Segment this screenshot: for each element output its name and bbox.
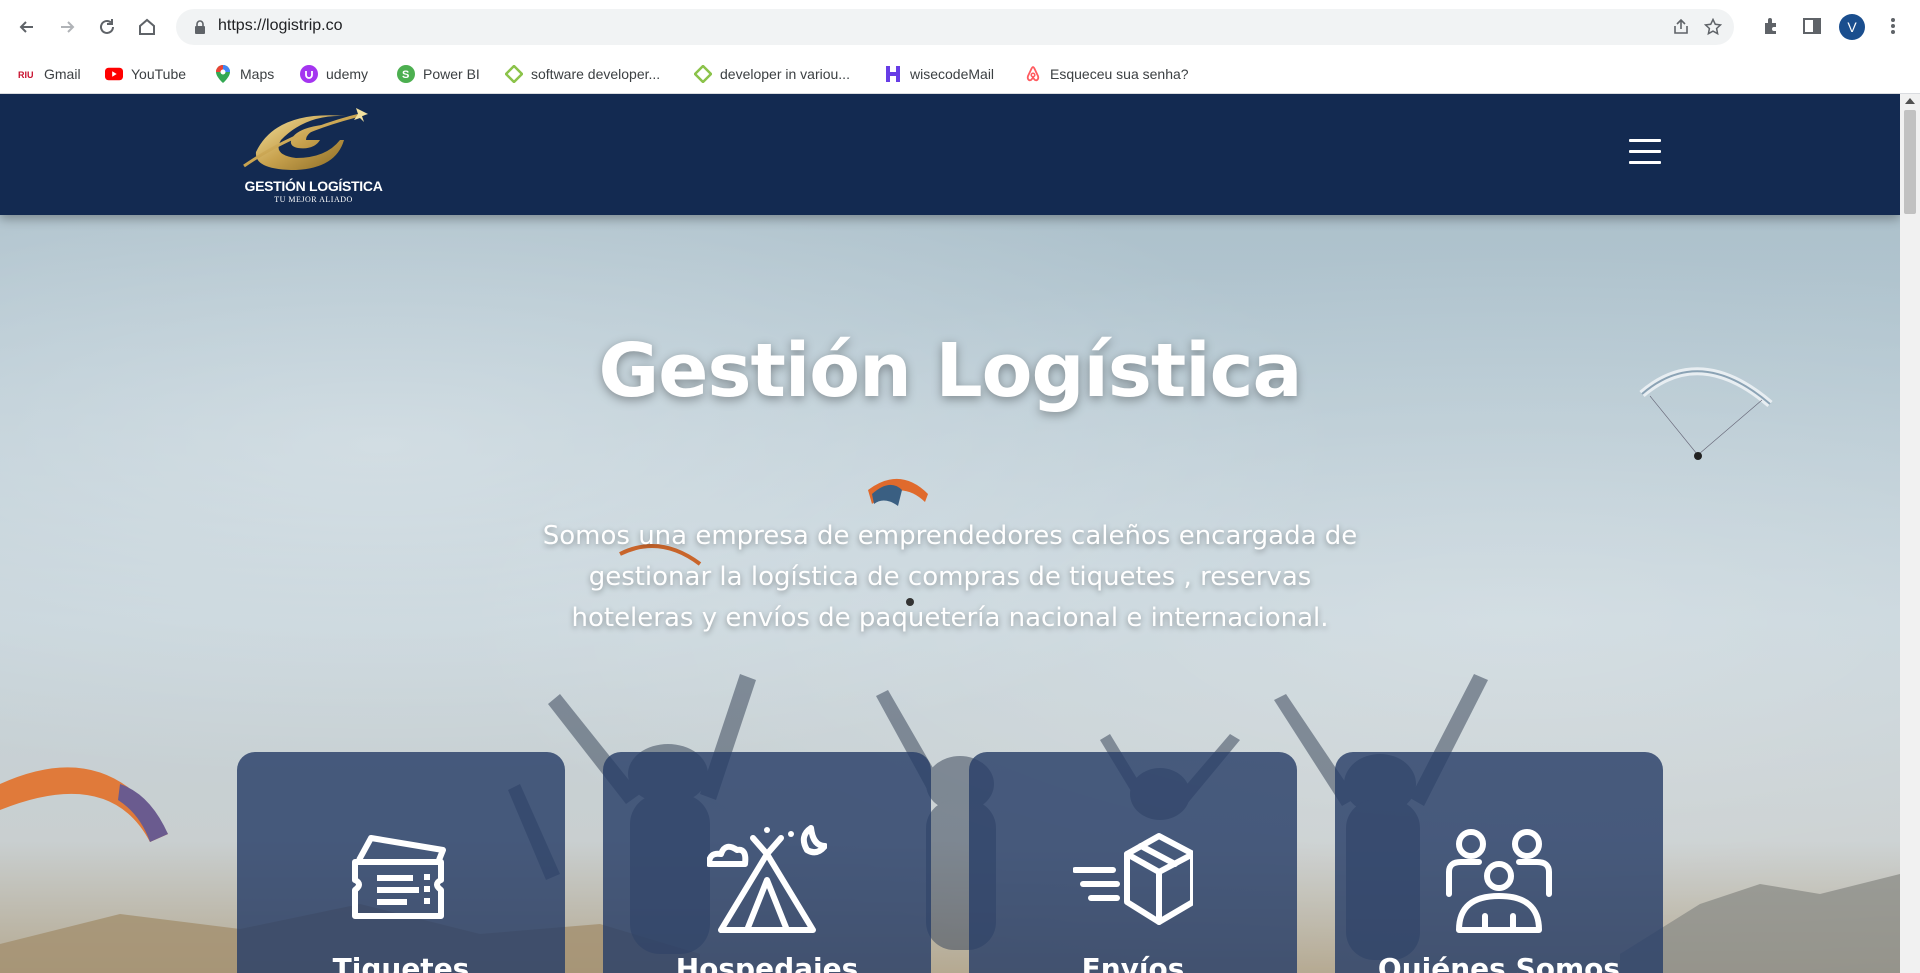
logo-name: GESTIÓN LOGÍSTICA (244, 178, 383, 194)
lock-icon (195, 20, 205, 34)
bookmark-youtube[interactable]: YouTube (105, 63, 186, 85)
bookmark-gmail[interactable]: RIU Gmail (18, 63, 81, 85)
card-label: Quiénes Somos (1377, 952, 1621, 973)
powerbi-icon: S (397, 65, 415, 83)
team-icon (1446, 829, 1552, 933)
service-card-tiquetes[interactable]: Tiquetes (237, 752, 565, 973)
svg-text:RIU: RIU (18, 70, 34, 79)
url-text[interactable]: https://logistrip.co (218, 17, 343, 35)
browser-toolbar: https://logistrip.co V (0, 0, 1920, 54)
bookmark-udemy[interactable]: udemy (300, 63, 368, 85)
bookmark-label: Maps (240, 66, 275, 82)
bookmark-developer-in-various[interactable]: developer in variou... (694, 63, 850, 85)
menu-bar (1629, 139, 1661, 142)
hero-description-line: gestionar la logística de compras de tiq… (588, 562, 1312, 592)
bookmark-label: Power BI (423, 66, 480, 82)
airbnb-icon (1024, 65, 1042, 83)
diamond-icon (694, 65, 712, 83)
address-bar[interactable]: https://logistrip.co (176, 9, 1734, 45)
service-card-hospedajes[interactable]: Hospedajes (603, 752, 931, 973)
maps-icon (214, 65, 232, 83)
back-button[interactable] (12, 12, 42, 42)
diamond-icon (505, 65, 523, 83)
profile-avatar[interactable]: V (1839, 14, 1865, 40)
bookmark-label: wisecodeMail (910, 66, 995, 82)
home-button[interactable] (132, 12, 162, 42)
service-card-envios[interactable]: Envíos (969, 752, 1297, 973)
bookmark-label: Esqueceu sua senha? (1050, 66, 1189, 82)
bookmark-label: Gmail (44, 66, 81, 82)
scroll-thumb[interactable] (1904, 110, 1916, 214)
forward-button[interactable] (52, 12, 82, 42)
youtube-icon (105, 65, 123, 83)
bookmark-software-developer[interactable]: software developer... (505, 63, 660, 85)
card-label: Hospedajes (675, 952, 859, 973)
hamburger-menu-button[interactable] (1629, 139, 1661, 165)
home-icon (139, 18, 155, 35)
svg-text:S: S (402, 69, 409, 81)
card-label: Tiquetes (332, 952, 470, 973)
bookmarks-bar: RIU Gmail YouTube Maps udemy S Power BI … (0, 54, 1920, 94)
arrow-left-icon (19, 21, 33, 33)
riu-icon: RIU (18, 65, 36, 83)
shipping-box-icon (1073, 833, 1193, 925)
bookmark-label: YouTube (131, 66, 187, 82)
hero-description-line: hoteleras y envíos de paquetería naciona… (571, 603, 1329, 633)
udemy-icon (300, 65, 318, 83)
site-logo[interactable]: GESTIÓN LOGÍSTICA TU MEJOR ALIADO (236, 100, 391, 210)
bookmark-label: software developer... (531, 66, 661, 82)
bookmark-label: developer in variou... (720, 66, 850, 82)
site-header: GESTIÓN LOGÍSTICA TU MEJOR ALIADO (0, 94, 1900, 215)
service-card-quienes-somos[interactable]: Quiénes Somos (1335, 752, 1663, 973)
scroll-up-arrow[interactable] (1905, 98, 1915, 104)
tent-icon (707, 825, 827, 933)
ticket-icon (352, 835, 446, 919)
bookmark-esqueceu-senha[interactable]: Esqueceu sua senha? (1024, 63, 1189, 85)
reload-button[interactable] (92, 12, 122, 42)
share-icon[interactable] (1672, 18, 1690, 36)
bookmark-wisecodemail[interactable]: wisecodeMail (884, 63, 994, 85)
page-scrollbar[interactable] (1900, 94, 1920, 973)
bookmark-maps[interactable]: Maps (214, 63, 274, 85)
extensions-icon[interactable] (1760, 15, 1782, 37)
hero-description: Somos una empresa de emprendedores caleñ… (510, 516, 1390, 639)
arrow-right-icon (61, 21, 75, 33)
hero-description-line: Somos una empresa de emprendedores caleñ… (542, 521, 1358, 551)
card-label: Envíos (1081, 952, 1185, 973)
kebab-menu-icon[interactable] (1882, 15, 1904, 37)
bookmark-label: udemy (326, 66, 369, 82)
hero-title: Gestión Logística (598, 328, 1303, 414)
bookmark-powerbi[interactable]: S Power BI (397, 63, 480, 85)
bookmark-star-icon[interactable] (1704, 18, 1722, 36)
h-logo-icon (884, 65, 902, 83)
page-viewport: GESTIÓN LOGÍSTICA TU MEJOR ALIADO Gestió… (0, 94, 1920, 973)
logo-tagline: TU MEJOR ALIADO (274, 195, 353, 204)
side-panel-icon[interactable] (1801, 15, 1823, 37)
menu-bar (1629, 161, 1661, 164)
menu-bar (1629, 150, 1661, 153)
globe-plane-logo-icon (243, 108, 368, 170)
reload-icon (100, 19, 114, 34)
